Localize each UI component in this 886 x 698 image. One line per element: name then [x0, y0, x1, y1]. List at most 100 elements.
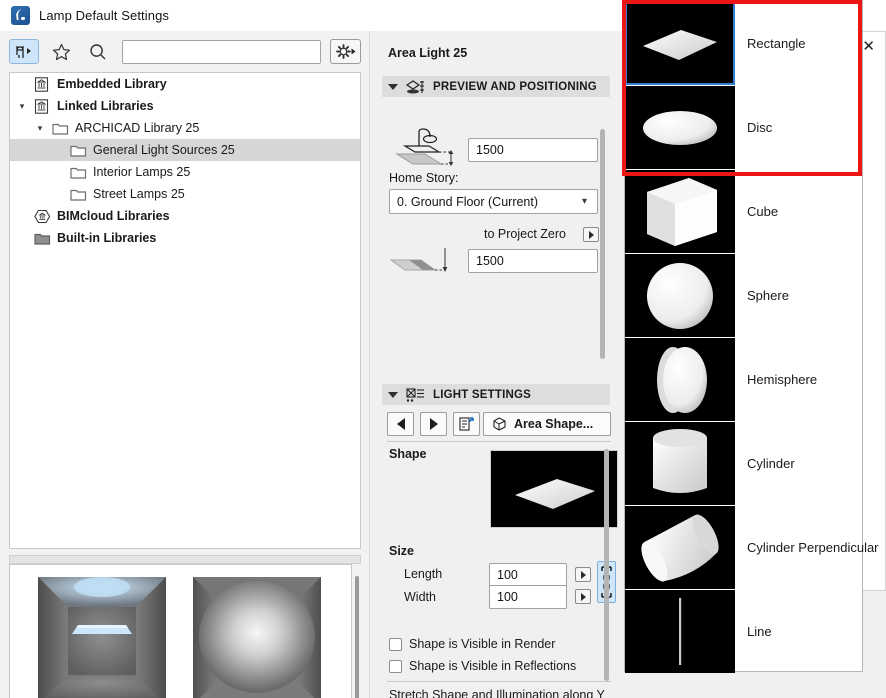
preview-scrollbar[interactable]	[353, 576, 361, 698]
folder-icon	[70, 187, 87, 202]
section-title: LIGHT SETTINGS	[433, 388, 531, 401]
close-icon[interactable]: ✕	[862, 37, 875, 55]
search-icon[interactable]	[83, 39, 113, 64]
star-icon[interactable]	[46, 39, 76, 64]
shape-option-label: Cylinder Perpendicular	[747, 539, 879, 555]
folder-icon	[52, 121, 69, 136]
archicad-logo-icon	[11, 6, 30, 25]
project-zero-popup-icon[interactable]	[583, 227, 599, 242]
folder-icon	[70, 143, 87, 158]
library-tree[interactable]: Embedded Library ▾ Linked Libraries ▾ ARCHIC…	[9, 72, 361, 549]
next-page-icon[interactable]	[420, 412, 447, 436]
shape-label: Shape	[389, 447, 427, 461]
tree-item-street-lamps-25[interactable]: Street Lamps 25	[10, 183, 360, 205]
library-file-icon	[34, 98, 51, 114]
object-selector-button[interactable]: Area Shape...	[483, 412, 611, 436]
tree-item-label: ARCHICAD Library 25	[75, 121, 200, 135]
shape-option-label: Cylinder	[747, 455, 795, 471]
shape-option-label: Rectangle	[747, 35, 806, 51]
tree-item-archicad-library-25[interactable]: ▾ ARCHICAD Library 25	[10, 117, 360, 139]
parameter-list-icon[interactable]	[453, 412, 480, 436]
chevron-down-icon[interactable]: ▾	[16, 101, 28, 112]
shape-option-label: Cube	[747, 203, 779, 219]
width-popup-icon[interactable]	[575, 589, 591, 604]
home-story-label: Home Story:	[389, 171, 459, 185]
stretch-shape-label: Stretch Shape and Illumination along Y A…	[389, 688, 605, 698]
library-toolbar	[0, 31, 370, 72]
elevation-to-zero-icon	[389, 244, 465, 274]
section-title: PREVIEW AND POSITIONING	[433, 80, 597, 93]
shape-thumbnail-hemisphere	[625, 337, 735, 421]
to-project-zero-label: to Project Zero	[484, 227, 566, 241]
shape-thumbnail-cube	[625, 169, 735, 253]
shape-option-label: Disc	[747, 119, 773, 135]
tree-item-label: General Light Sources 25	[93, 143, 235, 157]
section-preview-and-positioning[interactable]: PREVIEW AND POSITIONING	[382, 76, 610, 97]
width-input[interactable]	[489, 585, 567, 609]
preview-section-scrollbar[interactable]	[600, 129, 605, 359]
tree-item-label: BIMcloud Libraries	[57, 209, 170, 223]
shape-option-disc[interactable]: Disc	[625, 85, 862, 169]
search-input[interactable]	[122, 39, 321, 64]
furniture-type-icon[interactable]	[9, 39, 39, 64]
previous-page-icon[interactable]	[387, 412, 414, 436]
width-label: Width	[404, 590, 436, 604]
thumbnail-image[interactable]	[193, 577, 321, 698]
tree-item-bimcloud-libraries[interactable]: BIMcloud Libraries	[10, 205, 360, 227]
checkbox-shape-visible-reflections[interactable]: Shape is Visible in Reflections	[389, 659, 576, 673]
shape-thumbnail-line	[625, 589, 735, 673]
thumbnail-image[interactable]	[38, 577, 166, 698]
object-selector-label: Area Shape...	[514, 417, 594, 431]
preview-positioning-icon	[405, 79, 426, 95]
length-input[interactable]	[489, 563, 567, 587]
length-label: Length	[404, 567, 443, 581]
tree-item-label: Linked Libraries	[57, 99, 154, 113]
library-file-icon	[34, 76, 51, 92]
shape-option-cube[interactable]: Cube	[625, 169, 862, 253]
tree-item-label: Built-in Libraries	[57, 231, 157, 245]
shape-preview-thumbnail[interactable]	[490, 450, 618, 528]
folder-icon	[70, 165, 87, 180]
elevation-to-zero-input[interactable]	[468, 249, 598, 273]
tree-item-label: Embedded Library	[57, 77, 167, 91]
object-preview-strip: Area Light 25General Light 25	[9, 564, 352, 698]
shape-option-label: Line	[747, 623, 772, 639]
object-thumbnail[interactable]: Area Light 25	[38, 577, 166, 698]
tree-item-general-light-sources-25[interactable]: General Light Sources 25	[10, 139, 360, 161]
shape-dropdown-list[interactable]: Rectangle Disc Cube Sphere Hemisphere Cylinde…	[624, 0, 879, 673]
chevron-down-icon[interactable]: ▾	[34, 123, 46, 134]
checkbox-box	[389, 659, 402, 673]
shape-option-label: Sphere	[747, 287, 789, 303]
chevron-down-icon	[388, 83, 398, 90]
length-popup-icon[interactable]	[575, 567, 591, 582]
home-story-select[interactable]: 0. Ground Floor (Current)	[389, 189, 598, 214]
cube-icon	[493, 417, 506, 431]
checkbox-shape-visible-render[interactable]: Shape is Visible in Render	[389, 637, 555, 651]
shape-option-rectangle[interactable]: Rectangle	[625, 1, 862, 85]
section-light-settings[interactable]: LIGHT SETTINGS	[382, 384, 610, 405]
shape-option-hemisphere[interactable]: Hemisphere	[625, 337, 862, 421]
light-section-scrollbar[interactable]	[604, 449, 609, 681]
shape-thumbnail-sphere	[625, 253, 735, 337]
chevron-down-icon	[388, 391, 398, 398]
checkbox-box	[389, 637, 402, 651]
shape-thumbnail-disc	[625, 85, 735, 169]
tree-item-label: Street Lamps 25	[93, 187, 185, 201]
object-thumbnail[interactable]: General Light 25	[193, 577, 321, 698]
shape-option-sphere[interactable]: Sphere	[625, 253, 862, 337]
gear-icon[interactable]	[330, 39, 361, 64]
tree-item-embedded-library[interactable]: Embedded Library	[10, 73, 360, 95]
shape-option-cylinder-perpendicular[interactable]: Cylinder Perpendicular	[625, 505, 879, 589]
shape-thumbnail-rectangle	[625, 1, 735, 85]
library-browser-panel: Embedded Library ▾ Linked Libraries ▾ ARCHIC…	[0, 31, 370, 698]
elevation-to-story-input[interactable]	[468, 138, 598, 162]
tree-item-built-in-libraries[interactable]: Built-in Libraries	[10, 227, 360, 249]
tree-item-linked-libraries[interactable]: ▾ Linked Libraries	[10, 95, 360, 117]
shape-option-line[interactable]: Line	[625, 589, 862, 673]
elevation-to-story-icon	[389, 126, 459, 168]
size-label: Size	[389, 544, 415, 558]
shape-option-cylinder[interactable]: Cylinder	[625, 421, 862, 505]
checkbox-label: Shape is Visible in Render	[409, 637, 556, 651]
tree-item-interior-lamps-25[interactable]: Interior Lamps 25	[10, 161, 360, 183]
shape-thumbnail-cylinder-perpendicular	[625, 505, 735, 589]
